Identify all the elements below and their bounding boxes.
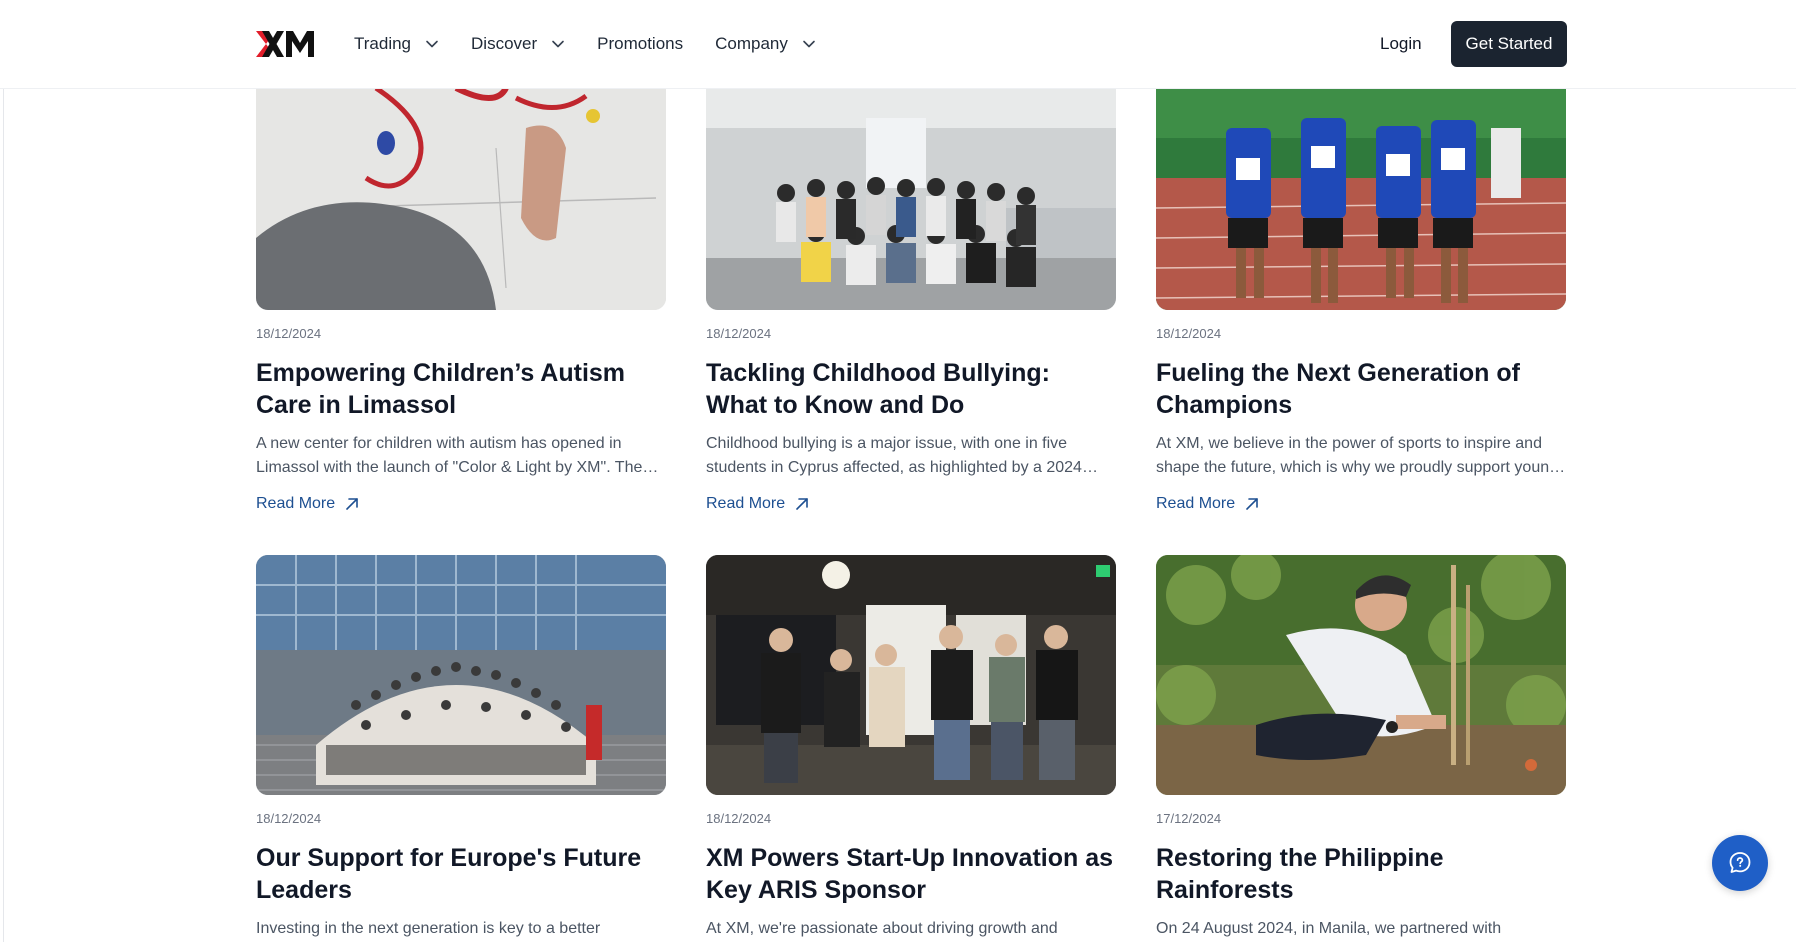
nav-trading[interactable]: Trading bbox=[354, 34, 439, 54]
article-card: 18/12/2024 Tackling Childhood Bullying: … bbox=[706, 88, 1116, 516]
article-card: 18/12/2024 XM Powers Start-Up Innovation… bbox=[706, 555, 1116, 942]
article-card: 17/12/2024 Restoring the Philippine Rain… bbox=[1156, 555, 1566, 942]
article-card: 18/12/2024 Our Support for Europe's Futu… bbox=[256, 555, 666, 942]
arrow-up-right-icon bbox=[1246, 498, 1258, 510]
read-more-link[interactable]: Read More bbox=[256, 492, 666, 516]
article-excerpt: A new center for children with autism ha… bbox=[256, 435, 643, 476]
chat-support-button[interactable] bbox=[1712, 835, 1768, 891]
xm-logo-mark bbox=[256, 31, 314, 57]
article-date: 17/12/2024 bbox=[1156, 811, 1222, 826]
nav-discover[interactable]: Discover bbox=[471, 34, 565, 54]
chevron-down-icon bbox=[552, 40, 564, 48]
article-image[interactable] bbox=[1156, 555, 1566, 795]
read-more-link[interactable]: Read More bbox=[706, 492, 1116, 516]
aris-sponsor-group-photo bbox=[706, 555, 1116, 795]
article-excerpt: At XM, we're passionate about driving gr… bbox=[706, 920, 1058, 937]
read-more-label: Read More bbox=[256, 495, 336, 512]
article-date: 18/12/2024 bbox=[706, 326, 772, 341]
article-image[interactable] bbox=[706, 88, 1116, 310]
get-started-button[interactable]: Get Started bbox=[1451, 21, 1567, 67]
article-excerpt: On 24 August 2024, in Manila, we partner… bbox=[1156, 920, 1502, 937]
article-date: 18/12/2024 bbox=[1156, 326, 1222, 341]
article-date: 18/12/2024 bbox=[256, 811, 322, 826]
nav-promotions[interactable]: Promotions bbox=[597, 34, 683, 54]
article-title[interactable]: XM Powers Start-Up Innovation as Key ARI… bbox=[706, 842, 1116, 906]
nav-company[interactable]: Company bbox=[715, 34, 816, 54]
article-card: 18/12/2024 Fueling the Next Generation o… bbox=[1156, 88, 1566, 516]
children-painting-photo bbox=[256, 88, 666, 310]
arrow-up-right-icon bbox=[346, 498, 358, 510]
article-title[interactable]: Restoring the Philippine Rainforests bbox=[1156, 842, 1566, 906]
nav-trading-label: Trading bbox=[354, 34, 412, 53]
article-title[interactable]: Our Support for Europe's Future Leaders bbox=[256, 842, 666, 906]
article-title[interactable]: Fueling the Next Generation of Champions bbox=[1156, 357, 1566, 421]
read-more-label: Read More bbox=[706, 495, 786, 512]
athletes-track-photo bbox=[1156, 88, 1566, 310]
site-header: Trading Discover Promotions Company Logi… bbox=[0, 0, 1796, 89]
group-photo-classroom bbox=[706, 88, 1116, 310]
read-more-link[interactable]: Read More bbox=[1156, 492, 1566, 516]
article-date: 18/12/2024 bbox=[706, 811, 772, 826]
article-image[interactable] bbox=[256, 88, 666, 310]
article-image[interactable] bbox=[706, 555, 1116, 795]
article-date: 18/12/2024 bbox=[256, 326, 322, 341]
chevron-down-icon bbox=[803, 40, 815, 48]
nav-company-label: Company bbox=[715, 34, 788, 53]
article-title[interactable]: Empowering Children’s Autism Care in Lim… bbox=[256, 357, 666, 421]
article-card: 18/12/2024 Empowering Children’s Autism … bbox=[256, 88, 666, 516]
login-link[interactable]: Login bbox=[1380, 21, 1422, 67]
article-image[interactable] bbox=[1156, 88, 1566, 310]
article-image[interactable] bbox=[256, 555, 666, 795]
large-group-building-photo bbox=[256, 555, 666, 795]
chevron-down-icon bbox=[426, 40, 438, 48]
nav-discover-label: Discover bbox=[471, 34, 538, 53]
read-more-label: Read More bbox=[1156, 495, 1236, 512]
article-excerpt: Childhood bullying is a major issue, wit… bbox=[706, 435, 1082, 476]
nav-promotions-label: Promotions bbox=[597, 34, 684, 53]
tree-planting-photo bbox=[1156, 555, 1566, 795]
page: Trading Discover Promotions Company Logi… bbox=[0, 0, 1796, 942]
main-nav: Trading Discover Promotions Company bbox=[354, 0, 848, 88]
chat-support-icon bbox=[1729, 852, 1751, 873]
xm-logo[interactable] bbox=[256, 30, 316, 58]
left-divider bbox=[3, 0, 4, 942]
article-title[interactable]: Tackling Childhood Bullying: What to Kno… bbox=[706, 357, 1116, 421]
article-excerpt: Investing in the next generation is key … bbox=[256, 920, 601, 937]
arrow-up-right-icon bbox=[796, 498, 808, 510]
article-excerpt: At XM, we believe in the power of sports… bbox=[1156, 435, 1559, 476]
